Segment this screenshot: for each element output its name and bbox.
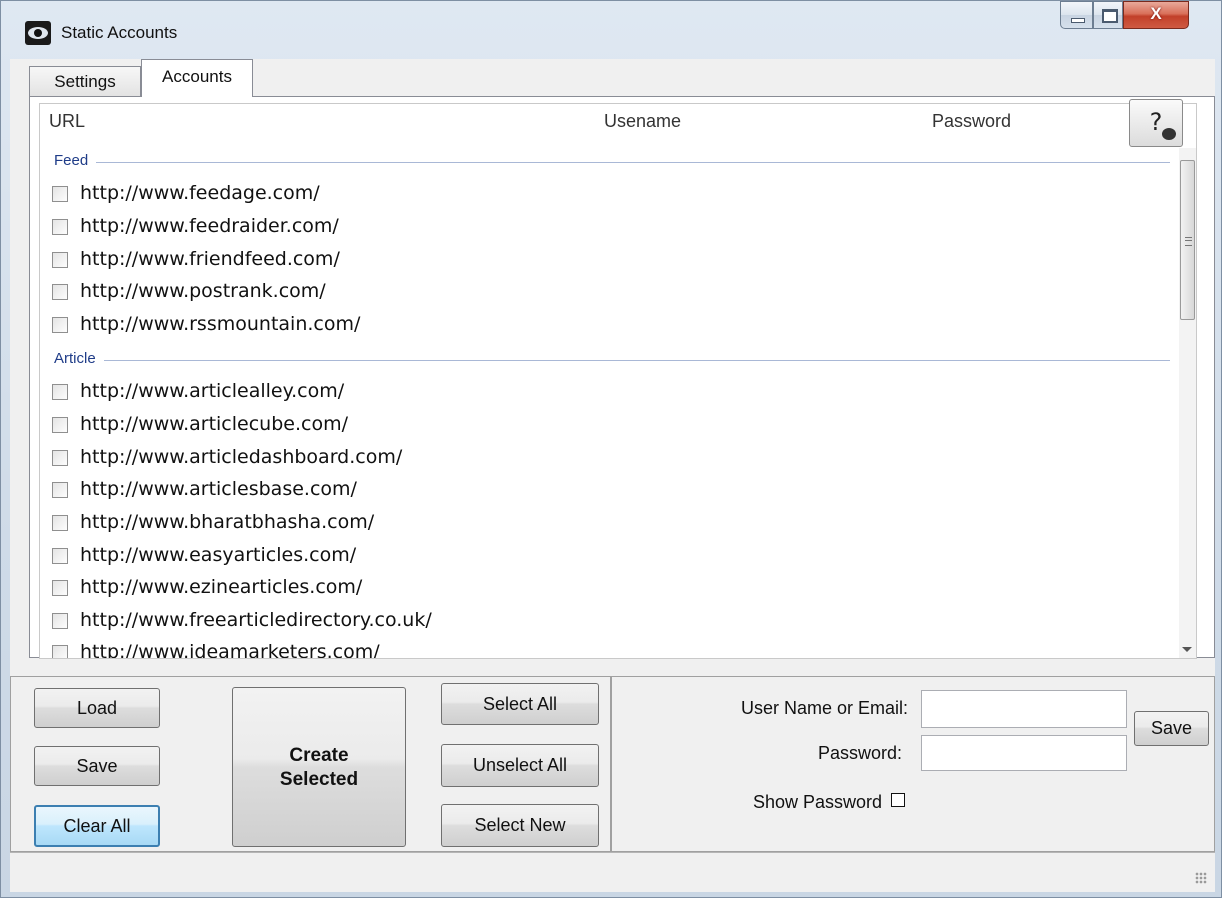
item-checkbox[interactable] — [52, 645, 68, 658]
item-checkbox[interactable] — [52, 548, 68, 564]
group-label: Article — [54, 350, 104, 367]
select-all-button[interactable]: Select All — [441, 683, 599, 725]
maximize-icon[interactable] — [1093, 1, 1123, 29]
item-url: http://www.ezinearticles.com/ — [80, 576, 363, 598]
load-button[interactable]: Load — [34, 688, 160, 728]
item-checkbox[interactable] — [52, 515, 68, 531]
list-item[interactable]: http://www.ezinearticles.com/ — [48, 572, 1168, 604]
item-checkbox[interactable] — [52, 384, 68, 400]
clear-all-button[interactable]: Clear All — [34, 805, 160, 847]
account-save-button[interactable]: Save — [1134, 711, 1209, 746]
column-password[interactable]: Password — [932, 111, 1011, 132]
show-password-label: Show Password — [752, 792, 882, 812]
item-checkbox[interactable] — [52, 219, 68, 235]
item-url: http://www.postrank.com/ — [80, 280, 326, 302]
close-icon[interactable]: X — [1123, 1, 1189, 29]
column-url[interactable]: URL — [49, 111, 85, 132]
item-checkbox[interactable] — [52, 417, 68, 433]
item-url: http://www.articlealley.com/ — [80, 380, 345, 402]
column-username[interactable]: Usename — [604, 111, 681, 132]
item-url: http://www.articlesbase.com/ — [80, 478, 357, 500]
unselect-all-button[interactable]: Unselect All — [441, 744, 599, 787]
title-bar[interactable]: Static Accounts X — [1, 1, 1221, 63]
scrollbar-thumb[interactable] — [1180, 160, 1195, 320]
tab-accounts[interactable]: Accounts — [141, 59, 253, 97]
minimize-icon[interactable] — [1060, 1, 1093, 29]
save-button[interactable]: Save — [34, 746, 160, 786]
status-bar — [10, 852, 1215, 892]
username-field[interactable] — [921, 690, 1127, 728]
vertical-scrollbar[interactable] — [1179, 148, 1196, 658]
item-checkbox[interactable] — [52, 252, 68, 268]
list-item[interactable]: http://www.freearticledirectory.co.uk/ — [48, 605, 1168, 637]
accounts-list[interactable]: URL Usename Password Feed http://www.fee… — [39, 103, 1197, 659]
group-divider — [54, 162, 1170, 163]
create-selected-label-line2: Selected — [279, 769, 359, 790]
item-checkbox[interactable] — [52, 186, 68, 202]
item-checkbox[interactable] — [52, 482, 68, 498]
main-window: Static Accounts X Settings Accounts URL … — [0, 0, 1222, 898]
list-item[interactable]: http://www.postrank.com/ — [48, 276, 1168, 308]
help-badge-icon — [1162, 128, 1176, 140]
item-url: http://www.friendfeed.com/ — [80, 248, 340, 270]
resize-grip-icon[interactable] — [1195, 872, 1207, 884]
list-item[interactable]: http://www.articlealley.com/ — [48, 376, 1168, 408]
item-checkbox[interactable] — [52, 580, 68, 596]
column-header: URL Usename Password — [40, 104, 1178, 140]
item-url: http://www.freearticledirectory.co.uk/ — [80, 609, 432, 631]
group-header-feed: Feed — [54, 150, 1170, 174]
accounts-panel: URL Usename Password Feed http://www.fee… — [29, 96, 1215, 659]
list-item[interactable]: http://www.articlecube.com/ — [48, 409, 1168, 441]
list-item[interactable]: http://www.ideamarketers.com/ — [48, 637, 1168, 659]
grip-icon — [1185, 237, 1192, 246]
password-label: Password: — [817, 743, 902, 763]
password-field[interactable] — [921, 735, 1127, 771]
item-url: http://www.feedage.com/ — [80, 182, 320, 204]
eye-icon — [25, 21, 51, 45]
select-new-button[interactable]: Select New — [441, 804, 599, 847]
create-selected-button[interactable]: Create Selected — [232, 687, 406, 847]
group-divider — [54, 360, 1170, 361]
item-url: http://www.easyarticles.com/ — [80, 544, 357, 566]
group-label: Feed — [54, 152, 97, 169]
item-url: http://www.ideamarketers.com/ — [80, 641, 380, 659]
scroll-down-arrow-icon[interactable] — [1182, 647, 1192, 652]
item-url: http://www.feedraider.com/ — [80, 215, 339, 237]
item-checkbox[interactable] — [52, 450, 68, 466]
window-title: Static Accounts — [61, 23, 178, 42]
help-icon[interactable]: ? — [1129, 99, 1183, 147]
list-item[interactable]: http://www.rssmountain.com/ — [48, 309, 1168, 341]
list-item[interactable]: http://www.feedraider.com/ — [48, 211, 1168, 243]
item-url: http://www.bharatbhasha.com/ — [80, 511, 375, 533]
item-url: http://www.articlecube.com/ — [80, 413, 348, 435]
username-label: User Name or Email: — [740, 698, 908, 718]
list-item[interactable]: http://www.bharatbhasha.com/ — [48, 507, 1168, 539]
tab-settings[interactable]: Settings — [29, 66, 141, 96]
item-url: http://www.rssmountain.com/ — [80, 313, 361, 335]
list-item[interactable]: http://www.feedage.com/ — [48, 178, 1168, 210]
create-selected-label-line1: Create — [289, 745, 349, 766]
section-divider — [610, 676, 612, 852]
group-header-article: Article — [54, 348, 1170, 372]
client-area: Settings Accounts URL Usename Password F… — [10, 59, 1215, 892]
show-password-checkbox[interactable] — [891, 793, 905, 807]
item-checkbox[interactable] — [52, 613, 68, 629]
item-checkbox[interactable] — [52, 284, 68, 300]
list-item[interactable]: http://www.easyarticles.com/ — [48, 540, 1168, 572]
list-item[interactable]: http://www.friendfeed.com/ — [48, 244, 1168, 276]
list-item[interactable]: http://www.articlesbase.com/ — [48, 474, 1168, 506]
item-checkbox[interactable] — [52, 317, 68, 333]
item-url: http://www.articledashboard.com/ — [80, 446, 403, 468]
list-item[interactable]: http://www.articledashboard.com/ — [48, 442, 1168, 474]
